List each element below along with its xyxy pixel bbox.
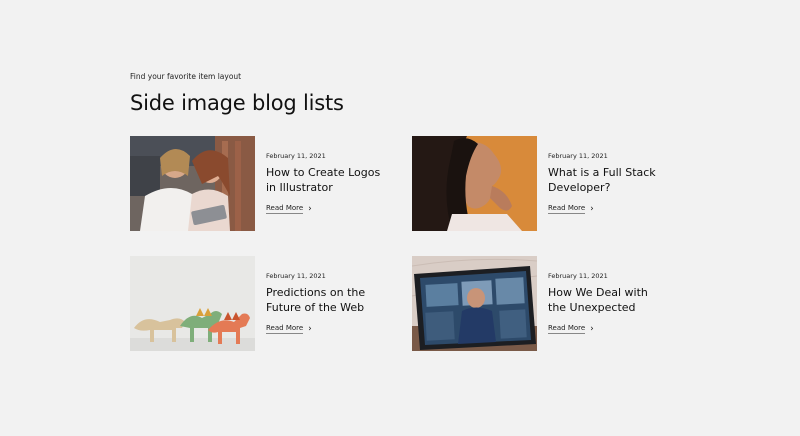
chevron-right-icon: › <box>590 323 594 334</box>
blog-card: February 11, 2021 What is a Full Stack D… <box>412 136 672 231</box>
two-women-with-tablet-image <box>130 136 255 231</box>
post-title-line: Predictions on the <box>266 286 366 299</box>
post-date: February 11, 2021 <box>266 272 326 280</box>
woman-profile-orange-image <box>412 136 537 231</box>
section-heading: Side image blog lists <box>130 91 344 115</box>
chevron-right-icon: › <box>590 203 594 214</box>
wooden-dinosaur-toys-image <box>130 256 255 351</box>
blog-thumbnail[interactable] <box>412 256 537 351</box>
blog-card-text: February 11, 2021 What is a Full Stack D… <box>548 152 672 214</box>
tablet-on-marble-image <box>412 256 537 351</box>
read-more-label: Read More <box>548 324 586 334</box>
post-date: February 11, 2021 <box>548 152 608 160</box>
post-title-line: How to Create Logos <box>266 166 381 179</box>
post-title-line: Future of the Web <box>266 300 365 314</box>
read-more-label: Read More <box>266 204 304 214</box>
blog-card: February 11, 2021 How to Create Logos in… <box>130 136 390 231</box>
post-title-line: How We Deal with <box>548 286 648 299</box>
chevron-right-icon: › <box>308 323 312 334</box>
read-more-link[interactable]: Read More › <box>266 204 312 214</box>
read-more-link[interactable]: Read More › <box>548 204 594 214</box>
post-title-line: in Illustrator <box>266 180 333 194</box>
post-title[interactable]: Predictions on the Future of the Web <box>266 286 390 315</box>
blog-thumbnail[interactable] <box>130 136 255 231</box>
blog-thumbnail[interactable] <box>412 136 537 231</box>
post-title[interactable]: How We Deal with the Unexpected <box>548 286 672 315</box>
post-title-line: the Unexpected <box>548 300 636 314</box>
chevron-right-icon: › <box>308 203 312 214</box>
blog-list: February 11, 2021 How to Create Logos in… <box>130 136 670 351</box>
post-title-line: What is a Full Stack <box>548 166 656 179</box>
read-more-label: Read More <box>266 324 304 334</box>
blog-card-text: February 11, 2021 Predictions on the Fut… <box>266 272 390 334</box>
blog-card-text: February 11, 2021 How We Deal with the U… <box>548 272 672 334</box>
blog-card-text: February 11, 2021 How to Create Logos in… <box>266 152 390 214</box>
section-header: Find your favorite item layout Side imag… <box>130 72 670 117</box>
blog-card: February 11, 2021 Predictions on the Fut… <box>130 256 390 351</box>
blog-thumbnail[interactable] <box>130 256 255 351</box>
post-title[interactable]: What is a Full Stack Developer? <box>548 166 672 195</box>
read-more-link[interactable]: Read More › <box>266 324 312 334</box>
read-more-label: Read More <box>548 204 586 214</box>
read-more-link[interactable]: Read More › <box>548 324 594 334</box>
section-eyebrow: Find your favorite item layout <box>130 72 242 81</box>
post-date: February 11, 2021 <box>548 272 608 280</box>
post-title-line: Developer? <box>548 180 611 194</box>
blog-card: February 11, 2021 How We Deal with the U… <box>412 256 672 351</box>
post-date: February 11, 2021 <box>266 152 326 160</box>
post-title[interactable]: How to Create Logos in Illustrator <box>266 166 390 195</box>
